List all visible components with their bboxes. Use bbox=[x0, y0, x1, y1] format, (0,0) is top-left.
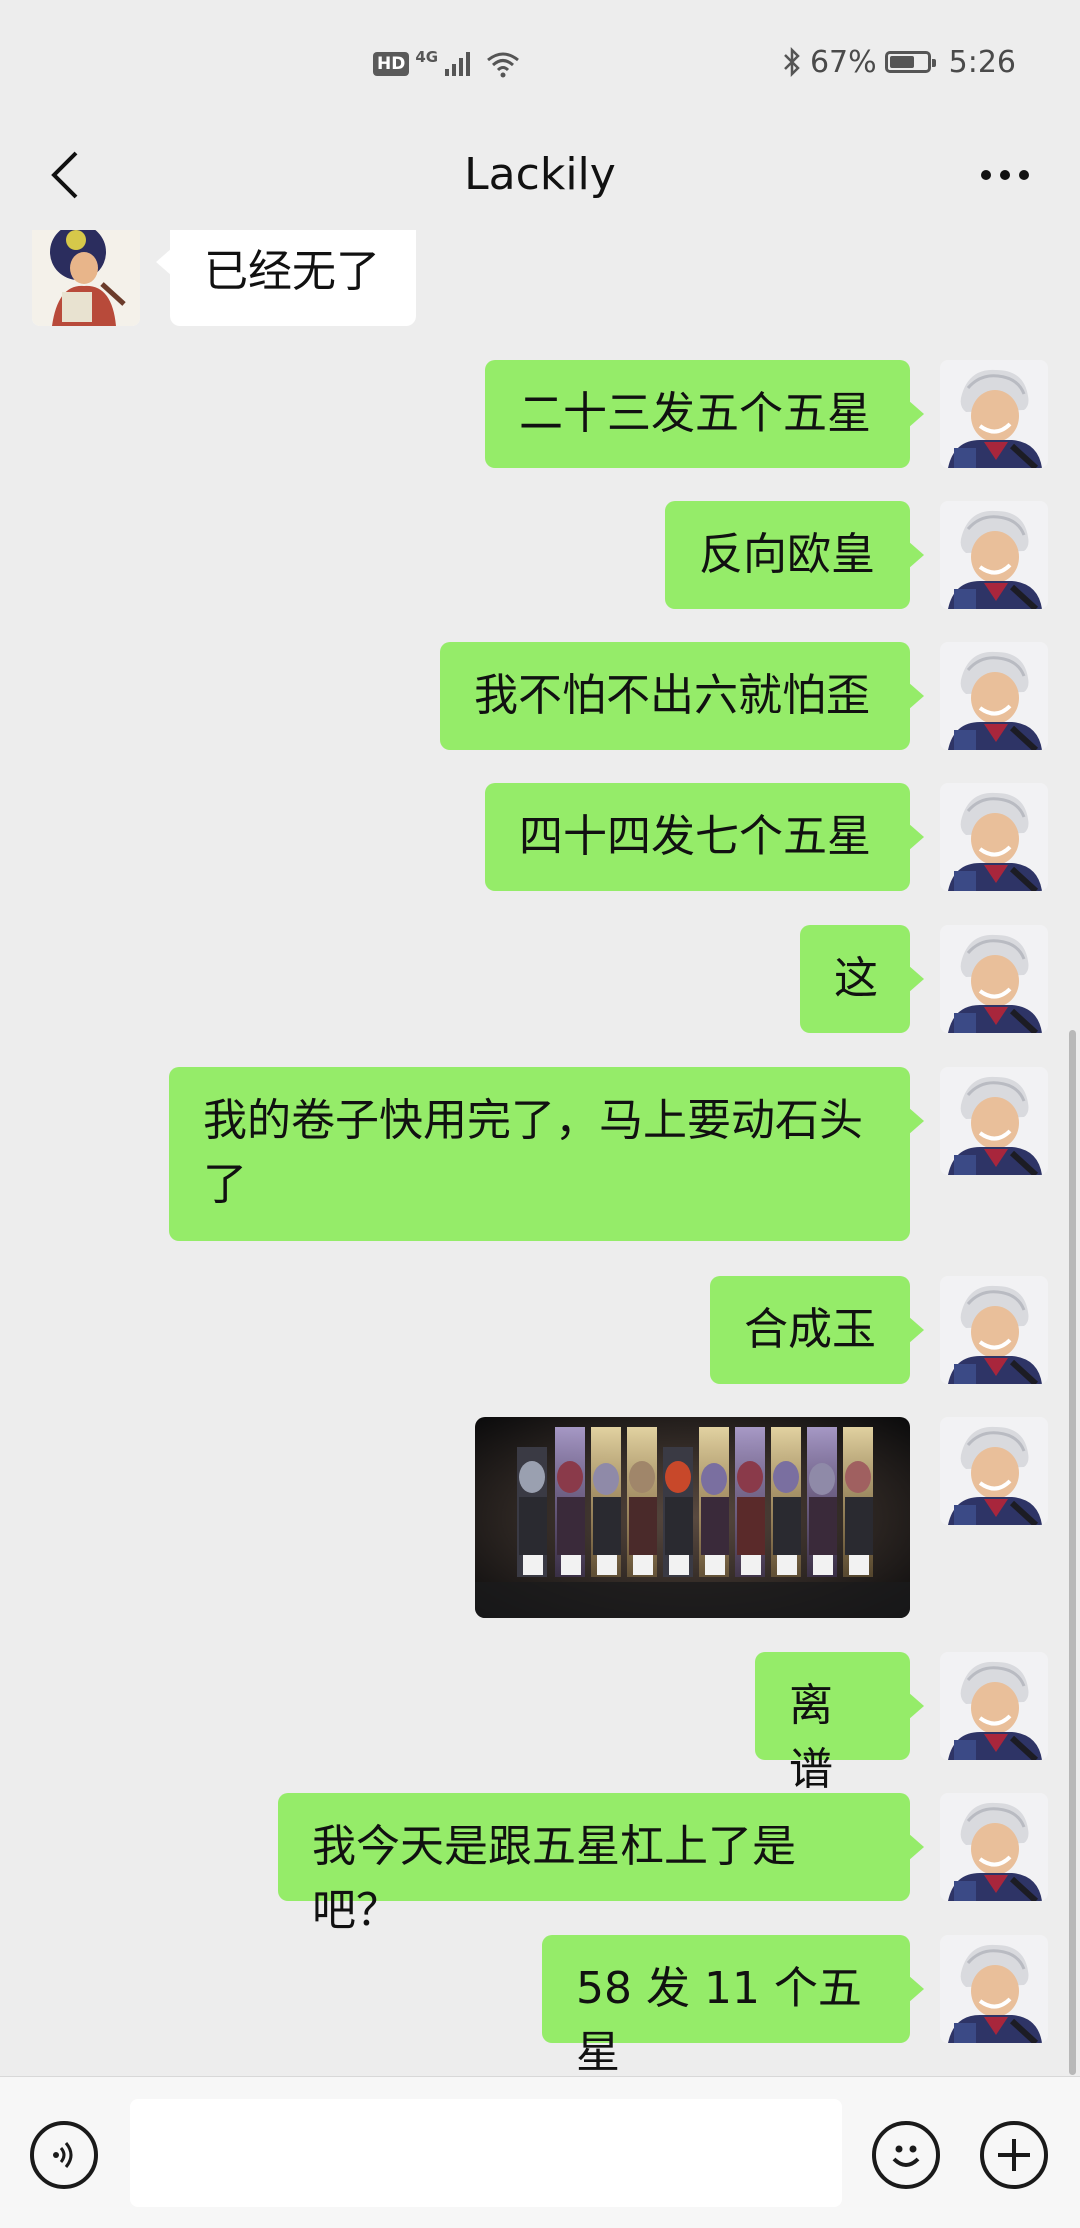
battery-percent: 67% bbox=[809, 44, 877, 80]
my-avatar[interactable] bbox=[940, 360, 1048, 468]
message-text: 我今天是跟五星杠上了是吧？ bbox=[312, 1821, 796, 1936]
chat-header: Lackily bbox=[0, 120, 1080, 230]
message-bubble[interactable]: 二十三发五个五星 bbox=[485, 360, 924, 468]
hd-badge: HD bbox=[373, 52, 410, 76]
message-text: 58 发 11 个五星 bbox=[576, 1963, 862, 2076]
my-avatar[interactable] bbox=[940, 1793, 1048, 1901]
image-message[interactable] bbox=[475, 1417, 910, 1618]
gacha-result-image bbox=[475, 1417, 910, 1618]
my-avatar[interactable] bbox=[940, 925, 1048, 1033]
message-bubble[interactable]: 我不怕不出六就怕歪 bbox=[440, 642, 924, 750]
my-avatar[interactable] bbox=[940, 1276, 1048, 1384]
emoji-icon bbox=[892, 2145, 920, 2167]
message-bubble[interactable]: 我的卷子快用完了，马上要动石头 了 bbox=[169, 1067, 924, 1241]
more-button[interactable] bbox=[970, 150, 1040, 200]
message-input[interactable] bbox=[130, 2099, 842, 2207]
status-right: 67% 5:26 bbox=[782, 42, 1016, 82]
my-avatar[interactable] bbox=[940, 1067, 1048, 1175]
chat-screen: HD 4G 67% 5:26 Lackily 已经无了 二十三发五个五星 反向欧… bbox=[0, 0, 1080, 2228]
message-bubble[interactable]: 离谱 bbox=[755, 1652, 924, 1795]
my-avatar[interactable] bbox=[940, 642, 1048, 750]
more-dots-icon bbox=[981, 170, 1029, 180]
my-avatar-image bbox=[940, 501, 1048, 609]
message-text: 这 bbox=[834, 953, 878, 1004]
status-bar: HD 4G 67% 5:26 bbox=[0, 0, 1080, 120]
message-list[interactable]: 已经无了 二十三发五个五星 反向欧皇 我不怕不出六就怕歪 四十四发七个五星 这 … bbox=[0, 230, 1080, 2076]
message-bubble[interactable]: 反向欧皇 bbox=[665, 501, 924, 609]
my-avatar-image bbox=[940, 642, 1048, 750]
my-avatar-image bbox=[940, 360, 1048, 468]
input-bar bbox=[0, 2076, 1080, 2228]
scrollbar[interactable] bbox=[1069, 1030, 1076, 2075]
my-avatar[interactable] bbox=[940, 501, 1048, 609]
my-avatar[interactable] bbox=[940, 1417, 1048, 1525]
my-avatar-image bbox=[940, 1417, 1048, 1525]
message-bubble[interactable]: 已经无了 bbox=[156, 230, 416, 326]
my-avatar[interactable] bbox=[940, 1935, 1048, 2043]
plus-button[interactable] bbox=[980, 2121, 1048, 2189]
battery-icon bbox=[884, 51, 936, 73]
message-text: 四十四发七个五星 bbox=[519, 811, 871, 862]
contact-avatar-image bbox=[32, 230, 140, 326]
message-bubble[interactable]: 这 bbox=[800, 925, 924, 1033]
status-left: HD 4G bbox=[373, 47, 520, 81]
plus-icon bbox=[998, 2139, 1030, 2171]
my-avatar-image bbox=[940, 1067, 1048, 1175]
message-text: 我的卷子快用完了，马上要动石头 bbox=[203, 1095, 863, 1146]
message-text: 反向欧皇 bbox=[699, 529, 875, 580]
my-avatar-image bbox=[940, 783, 1048, 891]
back-button[interactable] bbox=[30, 138, 100, 212]
message-bubble[interactable]: 我今天是跟五星杠上了是吧？ bbox=[278, 1793, 924, 1936]
my-avatar-image bbox=[940, 1935, 1048, 2043]
my-avatar[interactable] bbox=[940, 1652, 1048, 1760]
message-bubble[interactable]: 58 发 11 个五星 bbox=[542, 1935, 924, 2076]
network-label: 4G bbox=[415, 48, 439, 66]
chat-title: Lackily bbox=[464, 149, 616, 200]
my-avatar-image bbox=[940, 925, 1048, 1033]
battery-fill bbox=[889, 56, 914, 68]
voice-icon bbox=[53, 2142, 73, 2168]
message-text: 二十三发五个五星 bbox=[519, 388, 871, 439]
emoji-button[interactable] bbox=[872, 2121, 940, 2189]
bluetooth-icon bbox=[784, 46, 800, 78]
my-avatar-image bbox=[940, 1276, 1048, 1384]
contact-avatar[interactable] bbox=[32, 230, 140, 326]
wifi-icon bbox=[487, 52, 520, 78]
my-avatar[interactable] bbox=[940, 783, 1048, 891]
clock: 5:26 bbox=[948, 44, 1016, 80]
voice-button[interactable] bbox=[30, 2121, 98, 2189]
chevron-left-icon bbox=[51, 151, 78, 199]
message-text: 离谱 bbox=[789, 1680, 833, 1795]
message-bubble[interactable]: 四十四发七个五星 bbox=[485, 783, 924, 891]
signal-icon bbox=[445, 52, 471, 76]
my-avatar-image bbox=[940, 1652, 1048, 1760]
message-text: 合成玉 bbox=[744, 1304, 876, 1355]
message-bubble[interactable]: 合成玉 bbox=[710, 1276, 924, 1384]
message-text-line2: 了 bbox=[203, 1159, 247, 1210]
my-avatar-image bbox=[940, 1793, 1048, 1901]
message-text: 我不怕不出六就怕歪 bbox=[474, 670, 870, 721]
message-text: 已经无了 bbox=[204, 246, 380, 297]
